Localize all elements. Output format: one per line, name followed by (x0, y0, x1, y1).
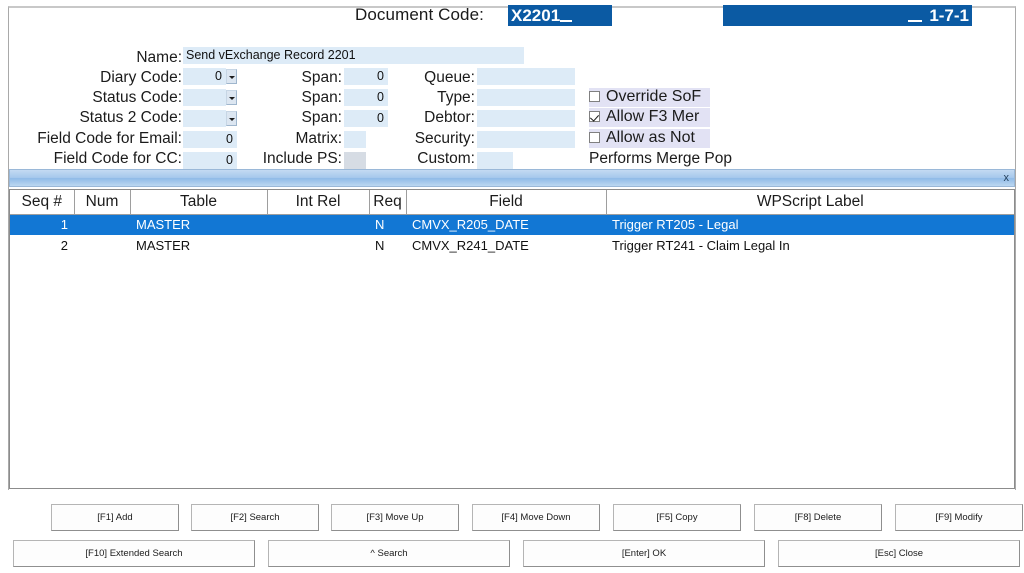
field-status-2-code[interactable] (183, 110, 226, 127)
field-security[interactable] (477, 131, 575, 148)
label-debtor: Debtor: (424, 109, 475, 126)
button-f9-modify[interactable]: [F9] Modify (895, 504, 1023, 531)
checkbox-icon-allow-as-note[interactable] (589, 132, 600, 143)
cell-field: CMVX_R241_DATE (412, 238, 529, 253)
label-status-code: Status Code: (92, 89, 182, 106)
column-header-req[interactable]: Req (369, 190, 407, 215)
column-header-table[interactable]: Table (130, 190, 268, 215)
table-header-row: Seq # Num Table Int Rel Req Field WPScri… (10, 190, 1014, 215)
label-name: Name: (136, 49, 182, 66)
checkbox-override-sof[interactable]: Override SoF (589, 88, 710, 107)
button-f2-search[interactable]: [F2] Search (191, 504, 319, 531)
table-row[interactable]: 2 MASTER N CMVX_R241_DATE Trigger RT241 … (10, 235, 1014, 256)
button-f3-move-up[interactable]: [F3] Move Up (331, 504, 459, 531)
button-esc-close[interactable]: [Esc] Close (778, 540, 1020, 567)
button-caret-search[interactable]: ^ Search (268, 540, 510, 567)
application-window: Document Code: X2201 1-7-1 Name: Diary C… (0, 0, 1024, 573)
column-header-wpscript[interactable]: WPScript Label (606, 190, 1014, 215)
label-custom: Custom: (417, 150, 475, 167)
field-span-3[interactable] (344, 110, 388, 127)
label-status-2-code: Status 2 Code: (79, 109, 182, 126)
diary-code-dropdown-icon[interactable] (226, 69, 237, 84)
checkbox-icon-override-sof[interactable] (589, 91, 600, 102)
cell-int-rel (267, 214, 369, 235)
cell-field: CMVX_R205_DATE (406, 214, 606, 235)
button-f4-move-down[interactable]: [F4] Move Down (472, 504, 600, 531)
label-queue: Queue: (424, 69, 475, 86)
cell-int-rel (267, 235, 369, 256)
button-enter-ok[interactable]: [Enter] OK (523, 540, 765, 567)
checkbox-label-allow-f3-merge: Allow F3 Mer (606, 108, 700, 125)
field-field-code-email[interactable] (183, 131, 237, 148)
label-field-code-cc: Field Code for CC: (53, 150, 182, 167)
cell-wpscript: Trigger RT205 - Legal (606, 214, 1014, 235)
field-matrix[interactable] (344, 131, 366, 148)
column-header-num[interactable]: Num (74, 190, 131, 215)
status-code-dropdown-icon[interactable] (226, 90, 237, 105)
cell-table: MASTER (136, 238, 191, 253)
grid-titlebar: x (9, 169, 1015, 187)
status-2-code-dropdown-icon[interactable] (226, 111, 237, 126)
button-f8-delete[interactable]: [F8] Delete (754, 504, 882, 531)
label-span-1: Span: (301, 69, 342, 86)
checkbox-allow-as-note[interactable]: Allow as Not (589, 129, 710, 148)
label-matrix: Matrix: (295, 130, 343, 147)
label-span-2: Span: (301, 89, 342, 106)
field-include-ps[interactable] (344, 152, 366, 169)
checkbox-allow-f3-merge[interactable]: Allow F3 Mer (589, 108, 710, 127)
field-status-code[interactable] (183, 89, 226, 106)
button-f10-extended-search[interactable]: [F10] Extended Search (13, 540, 255, 567)
cell-req: N (369, 214, 406, 235)
detail-grid-table: Seq # Num Table Int Rel Req Field WPScri… (10, 190, 1014, 256)
merge-popup-note: Performs Merge Pop (589, 150, 732, 167)
cell-wpscript: Trigger RT241 - Claim Legal In (612, 238, 790, 253)
field-queue[interactable] (477, 68, 575, 85)
detail-grid[interactable]: Seq # Num Table Int Rel Req Field WPScri… (9, 189, 1015, 489)
field-diary-code[interactable] (183, 68, 226, 85)
cell-seq: 1 (10, 214, 74, 235)
revision-field[interactable]: 1-7-1 (723, 5, 972, 26)
checkbox-label-allow-as-note: Allow as Not (606, 129, 695, 146)
table-row[interactable]: 1 MASTER N CMVX_R205_DATE Trigger RT205 … (10, 214, 1014, 235)
label-type: Type: (437, 89, 475, 106)
cell-table: MASTER (130, 214, 267, 235)
label-security: Security: (414, 130, 475, 147)
field-debtor[interactable] (477, 110, 575, 127)
field-span-1[interactable] (344, 68, 388, 85)
cell-seq: 2 (60, 238, 68, 253)
field-custom[interactable] (477, 152, 513, 169)
field-field-code-cc[interactable] (183, 152, 237, 169)
label-include-ps: Include PS: (262, 150, 342, 167)
label-field-code-email: Field Code for Email: (37, 130, 182, 147)
column-header-int-rel[interactable]: Int Rel (267, 190, 370, 215)
column-header-field[interactable]: Field (406, 190, 607, 215)
label-span-3: Span: (301, 109, 342, 126)
document-code-field[interactable]: X2201 (508, 5, 612, 26)
label-diary-code: Diary Code: (100, 69, 182, 86)
field-span-2[interactable] (344, 89, 388, 106)
button-f5-copy[interactable]: [F5] Copy (613, 504, 741, 531)
document-code-cursor (560, 20, 572, 22)
button-f1-add[interactable]: [F1] Add (51, 504, 179, 531)
cell-num (74, 235, 130, 256)
cell-req: N (375, 238, 385, 253)
revision-cursor (908, 20, 922, 22)
field-type[interactable] (477, 89, 575, 106)
detail-grid-panel: x Seq # Num Table Int Rel Req Field WPSc… (9, 169, 1015, 490)
checkbox-label-override-sof: Override SoF (606, 88, 702, 105)
cell-num (74, 214, 130, 235)
checkbox-icon-allow-f3-merge[interactable] (589, 111, 600, 122)
field-name[interactable] (183, 47, 524, 64)
column-header-seq[interactable]: Seq # (10, 190, 75, 215)
document-code-label: Document Code: (355, 5, 484, 24)
close-icon[interactable]: x (1004, 171, 1010, 186)
